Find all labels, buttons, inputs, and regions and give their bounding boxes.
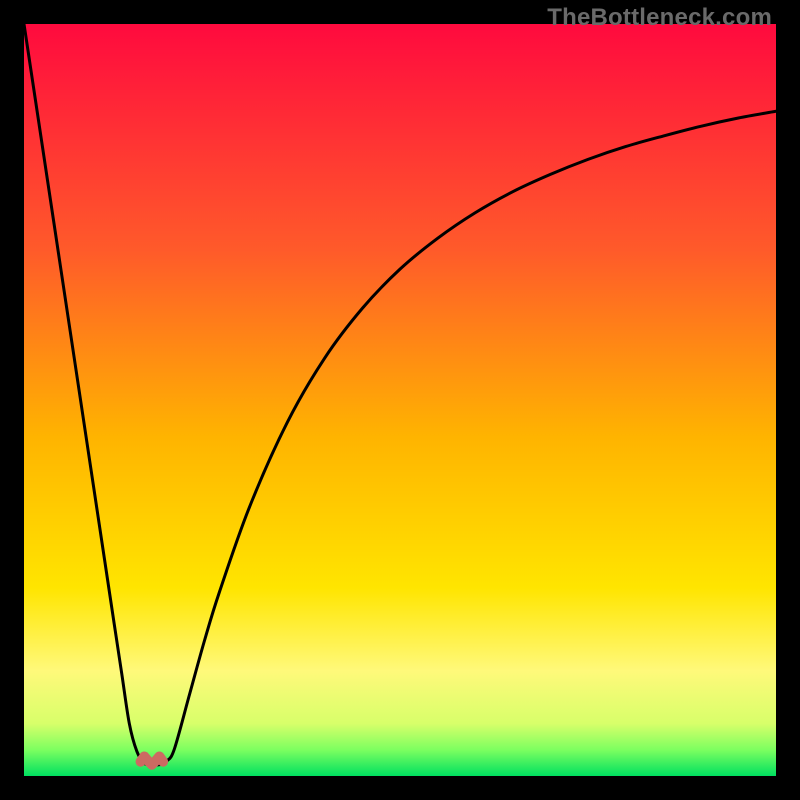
curve-layer: [24, 24, 776, 776]
bottleneck-curve: [24, 24, 776, 765]
chart-frame: [24, 24, 776, 776]
loop-marker: [141, 756, 164, 764]
plot-area: [24, 24, 776, 776]
